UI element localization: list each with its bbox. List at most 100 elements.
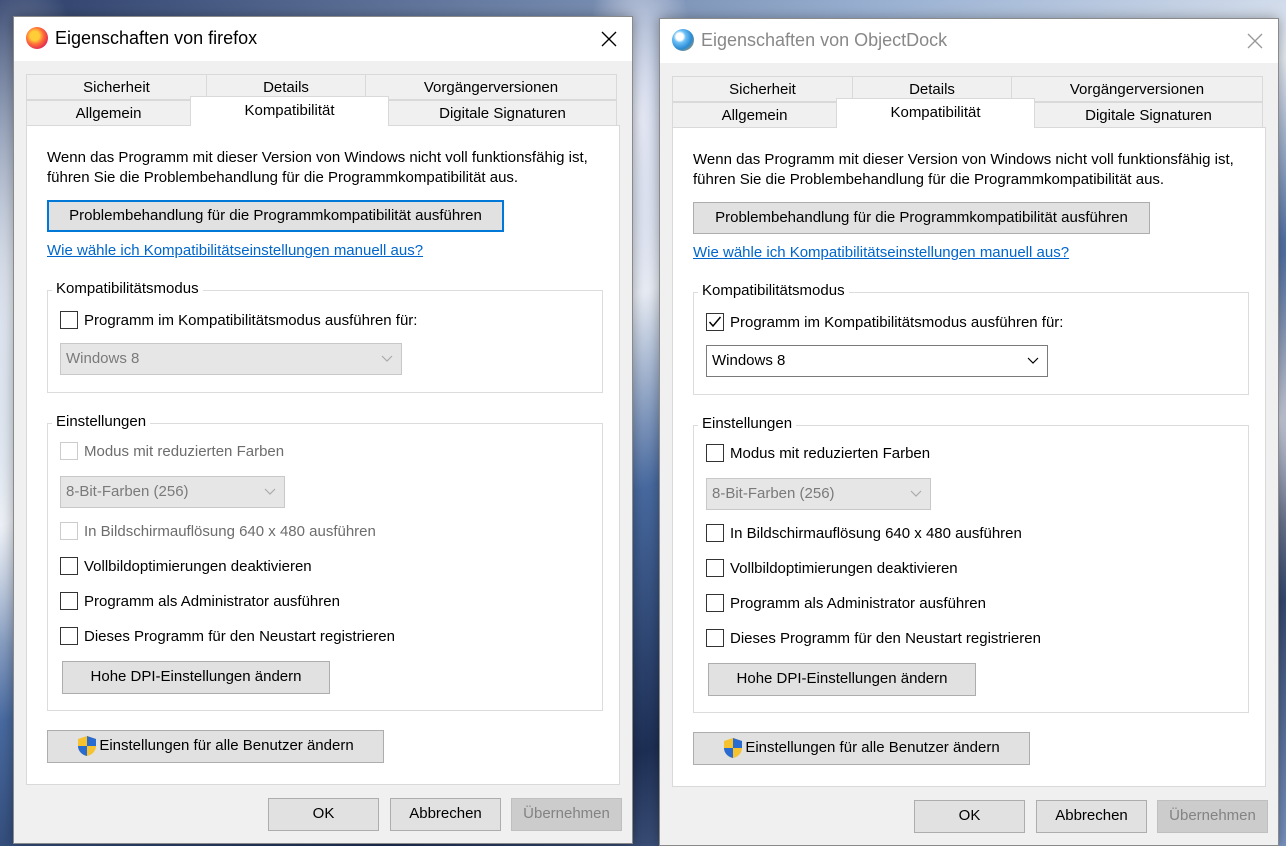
checkbox-box: [706, 629, 724, 647]
settings-group: Einstellungen Modus mit reduzierten Farb…: [693, 415, 1249, 713]
checkbox-box: [60, 522, 78, 540]
apply-button: Übernehmen: [511, 798, 622, 831]
intro-text: Wenn das Programm mit dieser Version von…: [693, 151, 1234, 188]
restart-register-checkbox[interactable]: Dieses Programm für den Neustart registr…: [706, 629, 1041, 647]
select-value: 8-Bit-Farben (256): [712, 485, 835, 502]
properties-dialog-objectdock: Eigenschaften von ObjectDock Sicherheit …: [659, 18, 1279, 846]
checkbox-box: [60, 442, 78, 460]
chevron-down-icon: [381, 344, 393, 385]
color-depth-select: 8-Bit-Farben (256): [706, 478, 931, 510]
window-title: Eigenschaften von firefox: [55, 28, 258, 48]
compat-os-select[interactable]: Windows 8: [706, 345, 1048, 377]
settings-label: Einstellungen: [52, 413, 151, 430]
checkbox-box: [706, 594, 724, 612]
checkbox-label: Vollbildoptimierungen deaktivieren: [84, 557, 312, 575]
compat-mode-checkbox[interactable]: Programm im Kompatibilitätsmodus ausführ…: [706, 313, 1063, 331]
high-dpi-button[interactable]: Hohe DPI-Einstellungen ändern: [62, 661, 330, 694]
properties-dialog-firefox: Eigenschaften von firefox Sicherheit Det…: [13, 16, 633, 844]
button-label: Einstellungen für alle Benutzer ändern: [745, 739, 1000, 756]
checkbox-box: [706, 524, 724, 542]
compat-mode-group: Kompatibilitätsmodus Programm im Kompati…: [693, 282, 1249, 395]
fullscreen-opt-checkbox[interactable]: Vollbildoptimierungen deaktivieren: [706, 559, 958, 577]
button-label: Einstellungen für alle Benutzer ändern: [99, 737, 354, 754]
checkbox-label: In Bildschirmauflösung 640 x 480 ausführ…: [730, 524, 1022, 542]
cancel-button[interactable]: Abbrechen: [1036, 800, 1147, 833]
all-users-button[interactable]: Einstellungen für alle Benutzer ändern: [47, 730, 384, 763]
checkbox-label: Programm im Kompatibilitätsmodus ausführ…: [730, 313, 1064, 331]
compatibility-panel: Wenn das Programm mit dieser Version von…: [672, 127, 1266, 787]
checkbox-box: [60, 592, 78, 610]
select-value: 8-Bit-Farben (256): [66, 483, 189, 500]
checkbox-label: Vollbildoptimierungen deaktivieren: [730, 559, 958, 577]
checkbox-box: [706, 444, 724, 462]
checkbox-box: [706, 313, 724, 331]
checkbox-label: Programm im Kompatibilitätsmodus ausführ…: [84, 311, 418, 329]
tab-sicherheit[interactable]: Sicherheit: [26, 74, 207, 100]
select-value: Windows 8: [66, 350, 140, 367]
close-button[interactable]: [586, 17, 632, 61]
tab-allgemein[interactable]: Allgemein: [672, 102, 837, 128]
checkbox-label: Programm als Administrator ausführen: [84, 592, 340, 610]
compat-mode-checkbox[interactable]: Programm im Kompatibilitätsmodus ausführ…: [60, 311, 417, 329]
checkmark-icon: [708, 316, 722, 328]
run-as-admin-checkbox[interactable]: Programm als Administrator ausführen: [60, 592, 340, 610]
objectdock-icon: [672, 29, 694, 51]
ok-button[interactable]: OK: [914, 800, 1025, 833]
close-icon: [1247, 33, 1263, 49]
tab-sicherheit[interactable]: Sicherheit: [672, 76, 853, 102]
title-bar: Eigenschaften von firefox: [14, 17, 632, 61]
checkbox-box: [60, 311, 78, 329]
title-bar: Eigenschaften von ObjectDock: [660, 19, 1278, 63]
intro-text: Wenn das Programm mit dieser Version von…: [47, 149, 588, 186]
cancel-button[interactable]: Abbrechen: [390, 798, 501, 831]
chevron-down-icon: [1027, 346, 1039, 387]
apply-button: Übernehmen: [1157, 800, 1268, 833]
high-dpi-button[interactable]: Hohe DPI-Einstellungen ändern: [708, 663, 976, 696]
checkbox-label: Modus mit reduzierten Farben: [84, 442, 285, 460]
help-link[interactable]: Wie wähle ich Kompatibilitätseinstellung…: [693, 244, 1069, 261]
checkbox-label: Dieses Programm für den Neustart registr…: [730, 629, 1041, 647]
settings-label: Einstellungen: [698, 415, 797, 432]
troubleshoot-button[interactable]: Problembehandlung für die Programmkompat…: [693, 202, 1150, 234]
uac-shield-icon: [724, 738, 743, 759]
uac-shield-icon: [78, 736, 97, 757]
close-icon: [601, 31, 617, 47]
checkbox-box: [60, 627, 78, 645]
ok-button[interactable]: OK: [268, 798, 379, 831]
checkbox-label: In Bildschirmauflösung 640 x 480 ausführ…: [84, 522, 376, 540]
tab-vorgaengerversionen[interactable]: Vorgängerversionen: [365, 74, 617, 100]
compat-mode-label: Kompatibilitätsmodus: [52, 280, 203, 297]
tab-vorgaengerversionen[interactable]: Vorgängerversionen: [1011, 76, 1263, 102]
reduced-color-checkbox: Modus mit reduzierten Farben: [60, 442, 284, 460]
firefox-icon: [26, 27, 48, 49]
reduced-color-checkbox[interactable]: Modus mit reduzierten Farben: [706, 444, 930, 462]
run-as-admin-checkbox[interactable]: Programm als Administrator ausführen: [706, 594, 986, 612]
close-button[interactable]: [1232, 19, 1278, 63]
tab-allgemein[interactable]: Allgemein: [26, 100, 191, 126]
window-title: Eigenschaften von ObjectDock: [701, 30, 948, 50]
checkbox-box: [706, 559, 724, 577]
resolution-checkbox[interactable]: In Bildschirmauflösung 640 x 480 ausführ…: [706, 524, 1022, 542]
compat-mode-label: Kompatibilitätsmodus: [698, 282, 849, 299]
select-value: Windows 8: [712, 352, 786, 369]
settings-group: Einstellungen Modus mit reduzierten Farb…: [47, 413, 603, 711]
tab-kompatibilitaet[interactable]: Kompatibilität: [190, 96, 389, 126]
fullscreen-opt-checkbox[interactable]: Vollbildoptimierungen deaktivieren: [60, 557, 312, 575]
troubleshoot-button[interactable]: Problembehandlung für die Programmkompat…: [47, 200, 504, 232]
chevron-down-icon: [264, 477, 276, 518]
chevron-down-icon: [910, 479, 922, 520]
tab-digitale-signaturen[interactable]: Digitale Signaturen: [388, 100, 617, 126]
help-link[interactable]: Wie wähle ich Kompatibilitätseinstellung…: [47, 242, 423, 259]
compatibility-panel: Wenn das Programm mit dieser Version von…: [26, 125, 620, 785]
compat-mode-group: Kompatibilitätsmodus Programm im Kompati…: [47, 280, 603, 393]
checkbox-box: [60, 557, 78, 575]
color-depth-select: 8-Bit-Farben (256): [60, 476, 285, 508]
tab-digitale-signaturen[interactable]: Digitale Signaturen: [1034, 102, 1263, 128]
resolution-checkbox: In Bildschirmauflösung 640 x 480 ausführ…: [60, 522, 376, 540]
restart-register-checkbox[interactable]: Dieses Programm für den Neustart registr…: [60, 627, 395, 645]
all-users-button[interactable]: Einstellungen für alle Benutzer ändern: [693, 732, 1030, 765]
compat-os-select: Windows 8: [60, 343, 402, 375]
checkbox-label: Programm als Administrator ausführen: [730, 594, 986, 612]
tab-kompatibilitaet[interactable]: Kompatibilität: [836, 98, 1035, 128]
checkbox-label: Modus mit reduzierten Farben: [730, 444, 931, 462]
